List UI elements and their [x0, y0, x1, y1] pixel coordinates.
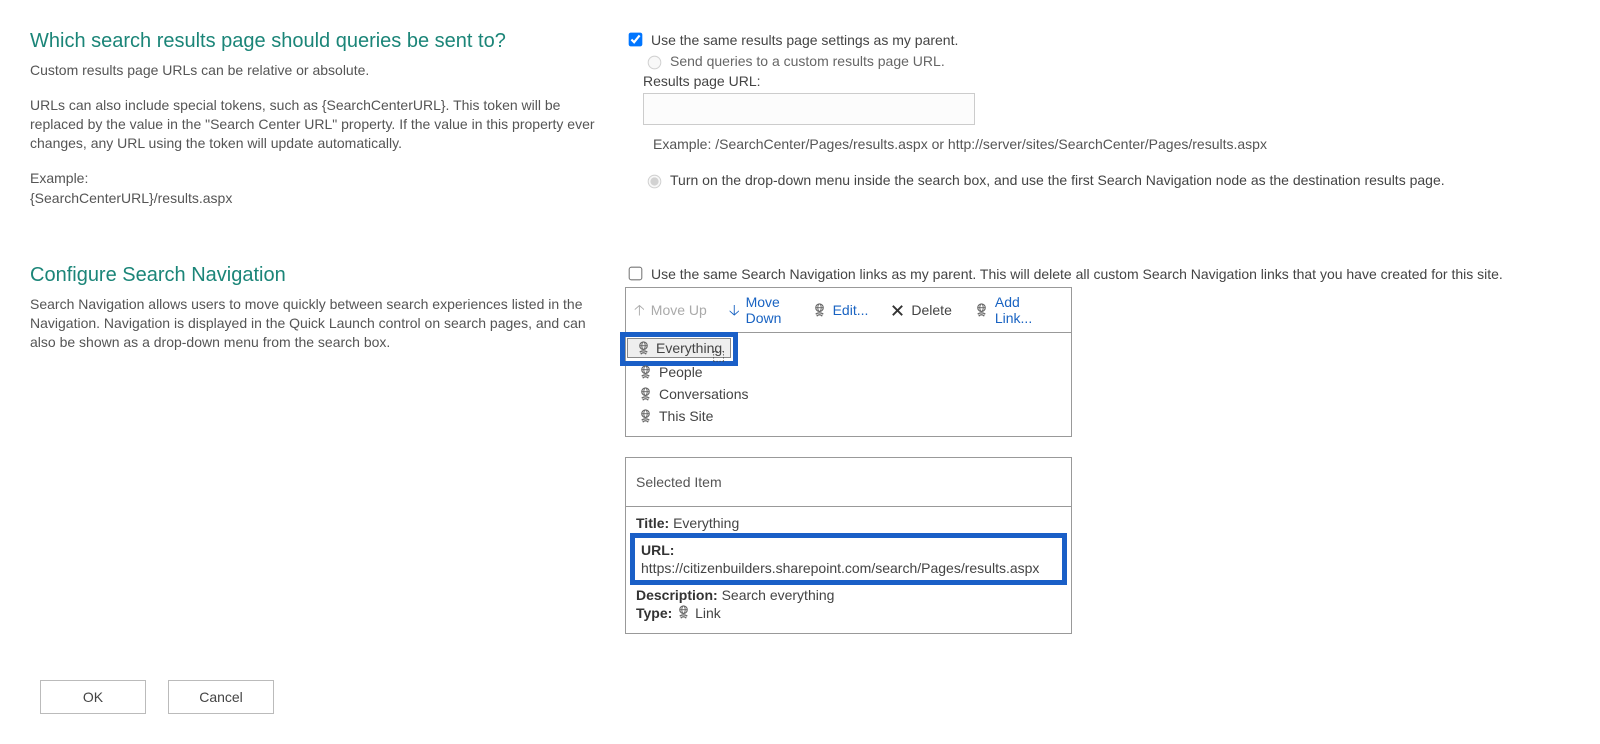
section1-example-value: {SearchCenterURL}/results.aspx [30, 189, 595, 208]
link-icon [636, 341, 651, 356]
cancel-button[interactable]: Cancel [168, 680, 274, 714]
section1-example-label: Example: [30, 169, 595, 188]
selected-url-row: URL: [641, 542, 1056, 558]
add-link-button[interactable]: Add Link... [974, 294, 1035, 326]
nav-toolbar: 🡡 Move Up 🡣 Move Down Edit... Delete [626, 288, 1071, 333]
section1-heading: Which search results page should queries… [30, 30, 595, 53]
link-icon [638, 409, 653, 424]
ok-button[interactable]: OK [40, 680, 146, 714]
move-up-button[interactable]: 🡡 Move Up [634, 302, 707, 318]
checkbox-same-parent-results[interactable] [629, 33, 643, 47]
link-icon [638, 387, 653, 402]
selected-title-row: Title: Everything [636, 515, 1061, 531]
arrow-down-icon: 🡣 [729, 303, 740, 318]
highlight-url: URL: https://citizenbuilders.sharepoint.… [630, 533, 1067, 585]
section2-para: Search Navigation allows users to move q… [30, 295, 595, 352]
section1-para1: Custom results page URLs can be relative… [30, 61, 595, 80]
label-custom-results-url: Send queries to a custom results page UR… [670, 53, 945, 69]
label-same-parent-results: Use the same results page settings as my… [651, 32, 958, 48]
move-down-button[interactable]: 🡣 Move Down [729, 294, 790, 326]
results-url-input[interactable] [643, 93, 975, 125]
edit-button[interactable]: Edit... [812, 302, 869, 318]
nav-list: Everything ⬚ People Conversations This S… [626, 333, 1071, 436]
selected-description-row: Description: Search everything [636, 587, 1061, 603]
close-icon [890, 303, 905, 318]
nav-item-this-site[interactable]: This Site [634, 406, 1063, 426]
link-icon [676, 605, 691, 620]
selected-item-header: Selected Item [626, 458, 1071, 507]
section2-heading: Configure Search Navigation [30, 264, 595, 287]
label-dropdown-search: Turn on the drop-down menu inside the se… [670, 172, 1445, 188]
results-url-example: Example: /SearchCenter/Pages/results.asp… [653, 136, 1570, 152]
link-icon [812, 303, 827, 318]
cursor-icon: ⬚ [712, 347, 725, 363]
checkbox-inherit-nav[interactable] [629, 267, 643, 281]
arrow-up-icon: 🡡 [634, 303, 645, 318]
selected-item-panel: Selected Item Title: Everything URL: htt… [625, 457, 1072, 634]
nav-item-conversations[interactable]: Conversations [634, 384, 1063, 404]
link-icon [638, 365, 653, 380]
radio-dropdown-search[interactable] [648, 175, 662, 189]
nav-item-people[interactable]: People [634, 362, 1063, 382]
results-url-label: Results page URL: [643, 73, 1570, 89]
nav-panel: 🡡 Move Up 🡣 Move Down Edit... Delete [625, 287, 1072, 437]
link-icon [974, 303, 989, 318]
delete-button[interactable]: Delete [890, 302, 951, 318]
selected-type-row: Type: Link [636, 605, 1061, 621]
radio-custom-results-url[interactable] [648, 56, 662, 70]
section1-para2: URLs can also include special tokens, su… [30, 96, 595, 153]
selected-url-value: https://citizenbuilders.sharepoint.com/s… [641, 560, 1056, 576]
label-inherit-nav: Use the same Search Navigation links as … [651, 266, 1503, 282]
